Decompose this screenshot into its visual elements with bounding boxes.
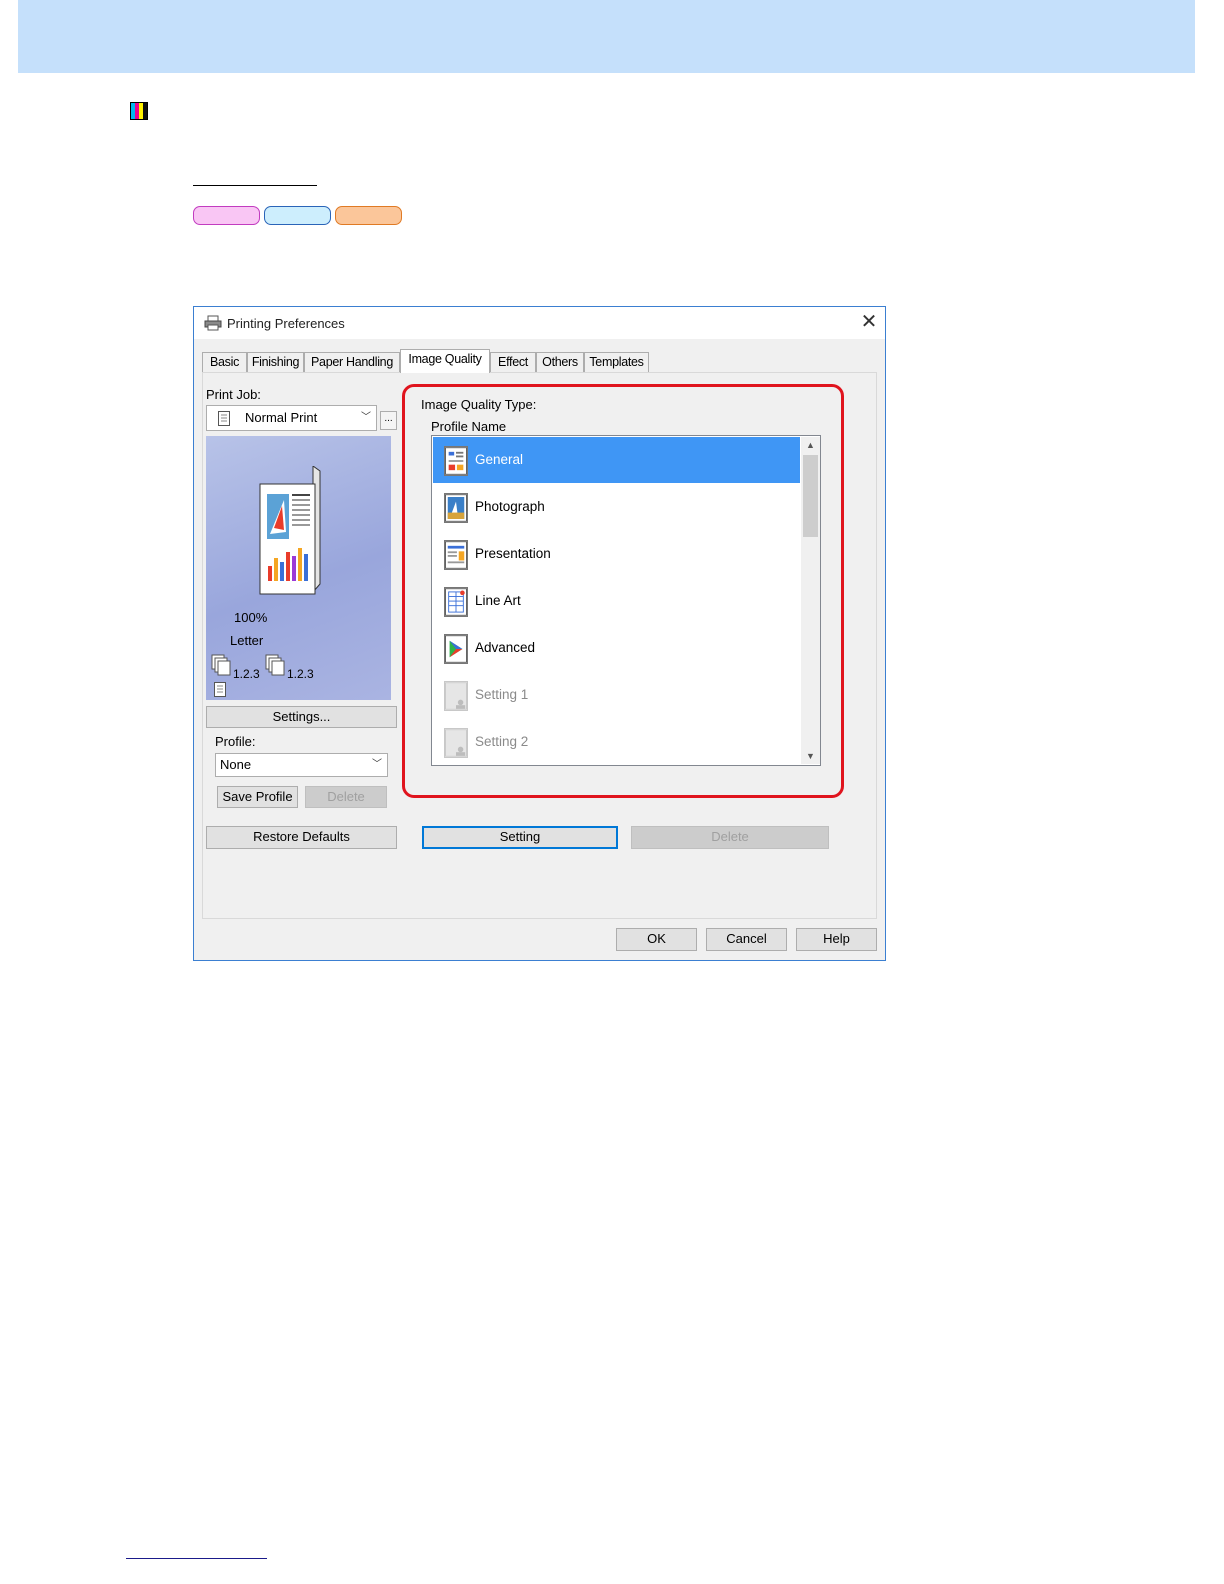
collate-label-1: 1.2.3: [233, 667, 260, 681]
dialog-title: Printing Preferences: [227, 316, 345, 331]
profile-name-label: Profile Name: [431, 419, 507, 434]
advanced-icon: [444, 634, 468, 664]
profile-value: None: [220, 757, 252, 772]
settings-button[interactable]: Settings...: [206, 706, 397, 728]
general-icon: [444, 446, 468, 476]
heading-underline: [193, 185, 317, 186]
profile-delete-button[interactable]: Delete: [305, 786, 387, 808]
photograph-icon: [444, 493, 468, 523]
tab-templates[interactable]: Templates: [584, 352, 649, 372]
header-band: [18, 0, 1195, 73]
tab-basic[interactable]: Basic: [202, 352, 247, 372]
list-item-label: Advanced: [475, 640, 536, 655]
scroll-up-icon[interactable]: ▲: [801, 437, 820, 453]
tab-finishing[interactable]: Finishing: [247, 352, 304, 372]
printer-icon: [204, 315, 222, 331]
list-item-setting-1[interactable]: Setting 1: [433, 672, 800, 718]
restore-defaults-button[interactable]: Restore Defaults: [206, 826, 397, 849]
tab-image-quality[interactable]: Image Quality: [400, 349, 490, 373]
image-quality-type-label: Image Quality Type:: [421, 397, 537, 412]
chevron-down-icon: ﹀: [372, 759, 382, 770]
list-item-advanced[interactable]: Advanced: [433, 625, 800, 671]
print-job-value: Normal Print: [245, 410, 318, 425]
print-job-label: Print Job:: [206, 387, 261, 402]
paper-size-readout: Letter: [230, 633, 264, 648]
scroll-thumb[interactable]: [803, 455, 818, 537]
collate-icon: [211, 654, 231, 676]
color-mode-icon: [130, 102, 148, 120]
save-profile-button[interactable]: Save Profile: [217, 786, 298, 808]
list-item-label: Photograph: [475, 499, 545, 514]
chevron-down-icon: ﹀: [361, 412, 371, 423]
list-scrollbar[interactable]: ▲ ▼: [801, 437, 820, 764]
collate-icon: [265, 654, 285, 676]
document-icon: [218, 411, 230, 426]
page-preview-icon: [259, 466, 321, 595]
list-item-label: Line Art: [475, 593, 521, 608]
badge-orange: [335, 206, 402, 225]
collate-label-2: 1.2.3: [287, 667, 314, 681]
help-button[interactable]: Help: [796, 928, 877, 951]
list-item-label: Setting 2: [475, 734, 529, 749]
close-icon[interactable]: ✕: [858, 311, 880, 333]
cancel-button[interactable]: Cancel: [706, 928, 787, 951]
footer-link-line: [126, 1558, 267, 1559]
profile-name-list[interactable]: General Photograph Presentation Line Art…: [431, 435, 821, 766]
profile-select[interactable]: None ﹀: [215, 753, 388, 777]
ok-button[interactable]: OK: [616, 928, 697, 951]
badge-pink: [193, 206, 260, 225]
list-item-photograph[interactable]: Photograph: [433, 484, 800, 530]
list-item-label: General: [475, 452, 524, 467]
tab-others[interactable]: Others: [536, 352, 584, 372]
scroll-down-icon[interactable]: ▼: [801, 748, 820, 764]
list-item-label: Setting 1: [475, 687, 529, 702]
print-preview: 100% Letter 1.2.3 1.2.3: [206, 436, 391, 700]
print-job-more-button[interactable]: ...: [380, 411, 397, 430]
printing-preferences-dialog: Printing Preferences ✕ Basic Finishing P…: [193, 306, 886, 961]
presentation-icon: [444, 540, 468, 570]
badge-blue: [264, 206, 331, 225]
tab-effect[interactable]: Effect: [490, 352, 536, 372]
user-setting-icon: [444, 728, 468, 758]
list-item-presentation[interactable]: Presentation: [433, 531, 800, 577]
zoom-readout: 100%: [234, 610, 268, 625]
title-bar: Printing Preferences ✕: [194, 307, 885, 339]
line-art-icon: [444, 587, 468, 617]
list-item-setting-2[interactable]: Setting 2: [433, 719, 800, 765]
print-job-select[interactable]: Normal Print ﹀: [206, 405, 377, 431]
image-quality-delete-button[interactable]: Delete: [631, 826, 829, 849]
setting-button[interactable]: Setting: [422, 826, 618, 849]
tab-paper-handling[interactable]: Paper Handling: [304, 352, 400, 372]
profile-label: Profile:: [215, 734, 256, 749]
list-item-line-art[interactable]: Line Art: [433, 578, 800, 624]
list-item-label: Presentation: [475, 546, 551, 561]
single-page-icon: [214, 682, 226, 697]
list-item-general[interactable]: General: [433, 437, 800, 483]
user-setting-icon: [444, 681, 468, 711]
